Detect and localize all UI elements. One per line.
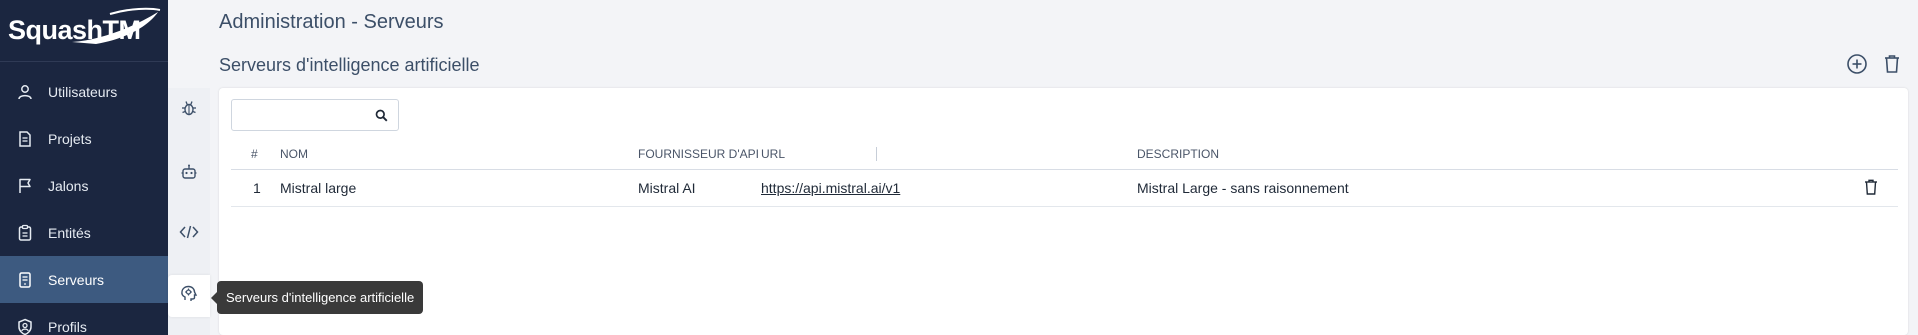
table-header: # NOM FOURNISSEUR D'API URL DESCRIPTION	[231, 138, 1898, 170]
robot-icon	[180, 163, 198, 186]
flag-icon	[16, 177, 34, 195]
nav-item-entites[interactable]: Entités	[0, 209, 168, 256]
column-header-name[interactable]: NOM	[280, 138, 308, 169]
main-sidebar: SquashTM Utilisateurs Projets Jalons Ent…	[0, 0, 168, 335]
ai-servers-tab[interactable]	[168, 275, 210, 317]
user-icon	[16, 83, 34, 101]
row-name: Mistral large	[280, 180, 357, 196]
nav-item-label: Serveurs	[48, 271, 105, 288]
automation-servers-tab[interactable]	[168, 153, 210, 195]
column-header-description[interactable]: DESCRIPTION	[1137, 138, 1219, 169]
nav-item-label: Profils	[48, 318, 87, 335]
nav-item-profils[interactable]: Profils	[0, 303, 168, 335]
code-icon	[179, 223, 199, 246]
shield-user-icon	[16, 318, 34, 335]
plus-circle-icon	[1846, 53, 1868, 80]
nav-item-serveurs[interactable]: Serveurs	[0, 256, 168, 303]
server-icon	[16, 271, 34, 289]
trash-icon	[1882, 53, 1902, 80]
servers-panel: # NOM FOURNISSEUR D'API URL DESCRIPTION …	[219, 88, 1908, 335]
row-provider: Mistral AI	[638, 180, 696, 196]
bugtracker-servers-tab[interactable]	[168, 89, 210, 131]
column-resize-handle[interactable]	[876, 147, 877, 161]
row-index: 1	[253, 180, 261, 196]
column-header-index[interactable]: #	[251, 138, 258, 169]
nav-item-label: Projets	[48, 130, 92, 147]
nav-item-label: Entités	[48, 224, 91, 241]
delete-servers-button[interactable]	[1880, 54, 1904, 78]
nav-item-jalons[interactable]: Jalons	[0, 162, 168, 209]
column-header-provider[interactable]: FOURNISSEUR D'API	[638, 138, 759, 169]
column-header-url[interactable]: URL	[761, 138, 785, 169]
row-description: Mistral Large - sans raisonnement	[1137, 180, 1349, 196]
row-url-link[interactable]: https://api.mistral.ai/v1	[761, 180, 900, 196]
nav-item-label: Jalons	[48, 177, 89, 194]
page-title: Administration - Serveurs	[219, 11, 444, 33]
add-server-button[interactable]	[1845, 53, 1869, 80]
tooltip: Serveurs d'intelligence artificielle	[210, 281, 424, 314]
server-type-bar	[168, 88, 210, 335]
row-delete-button[interactable]	[1863, 170, 1879, 206]
scm-servers-tab[interactable]	[168, 213, 210, 255]
nav-item-projets[interactable]: Projets	[0, 115, 168, 162]
nav-item-label: Utilisateurs	[48, 83, 118, 100]
search-icon[interactable]	[375, 109, 388, 127]
search-input[interactable]	[232, 100, 362, 130]
section-title: Serveurs d'intelligence artificielle	[219, 55, 480, 75]
logo[interactable]: SquashTM	[0, 0, 168, 62]
logo-text: SquashTM	[8, 15, 141, 45]
table-row[interactable]: 1 Mistral large Mistral AI https://api.m…	[231, 170, 1898, 207]
ai-brain-icon	[179, 284, 199, 309]
clipboard-icon	[16, 224, 34, 242]
trash-icon	[1863, 178, 1879, 199]
search-box[interactable]	[231, 99, 399, 131]
bug-icon	[180, 99, 198, 122]
document-icon	[16, 130, 34, 148]
nav-item-utilisateurs[interactable]: Utilisateurs	[0, 68, 168, 115]
